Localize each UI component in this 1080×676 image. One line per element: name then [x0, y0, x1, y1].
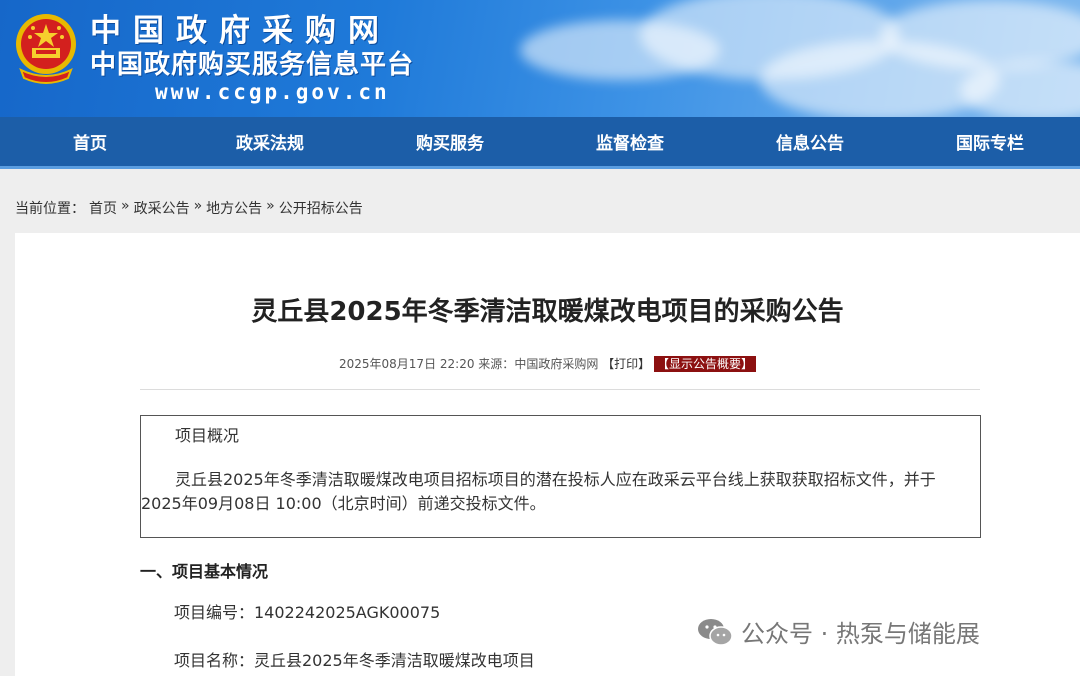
- article-card: 灵丘县2025年冬季清洁取暖煤改电项目的采购公告 2025年08月17日 22:…: [15, 233, 1080, 676]
- national-emblem-icon: [16, 14, 76, 84]
- divider: [140, 389, 980, 390]
- nav-item-purchase-services[interactable]: 购买服务: [360, 117, 540, 166]
- show-summary-button[interactable]: 【显示公告概要】: [654, 356, 757, 372]
- nav-item-supervision[interactable]: 监督检查: [540, 117, 720, 166]
- publish-date: 2025年08月17日 22:20: [338, 357, 475, 371]
- project-number: 项目编号：1402242025AGK00075: [174, 603, 441, 622]
- print-link[interactable]: 【打印】: [602, 357, 650, 371]
- watermark-text: 公众号 · 热泵与储能展: [741, 620, 980, 648]
- breadcrumb-open-tender[interactable]: 公开招标公告: [279, 198, 363, 218]
- article-title: 灵丘县2025年冬季清洁取暖煤改电项目的采购公告: [251, 297, 844, 327]
- article-meta: 2025年08月17日 22:20 来源：中国政府采购网 【打印】 【显示公告概…: [15, 355, 1080, 372]
- breadcrumb: 当前位置： 首页 » 政采公告 » 地方公告 » 公开招标公告: [15, 198, 363, 218]
- overview-text: 灵丘县2025年冬季清洁取暖煤改电项目招标项目的潜在投标人应在政采云平台线上获取…: [141, 470, 936, 513]
- site-url: www.ccgp.gov.cn: [155, 80, 390, 104]
- main-nav: 首页 政采法规 购买服务 监督检查 信息公告 国际专栏: [0, 117, 1080, 169]
- project-overview-box: 项目概况 灵丘县2025年冬季清洁取暖煤改电项目招标项目的潜在投标人应在政采云平…: [140, 415, 981, 538]
- wechat-icon: [698, 618, 733, 646]
- source-label: 来源：: [478, 357, 515, 371]
- breadcrumb-separator: »: [193, 198, 203, 214]
- breadcrumb-home[interactable]: 首页: [89, 198, 117, 218]
- nav-item-international[interactable]: 国际专栏: [900, 117, 1080, 166]
- wechat-watermark: 公众号 · 热泵与储能展: [697, 614, 980, 649]
- nav-item-announcements[interactable]: 信息公告: [720, 117, 900, 166]
- breadcrumb-separator: »: [121, 198, 130, 214]
- nav-item-home[interactable]: 首页: [0, 117, 180, 166]
- breadcrumb-label: 当前位置：: [15, 201, 85, 217]
- overview-heading: 项目概况: [175, 426, 240, 445]
- site-banner: 中国政府采购网 中国政府购买服务信息平台 www.ccgp.gov.cn: [0, 0, 1080, 117]
- breadcrumb-local[interactable]: 地方公告: [206, 198, 262, 218]
- site-name: 中国政府采购网: [90, 13, 391, 49]
- project-name: 项目名称：灵丘县2025年冬季清洁取暖煤改电项目: [174, 651, 535, 670]
- section-heading: 一、项目基本情况: [140, 562, 269, 581]
- breadcrumb-gov-procurement[interactable]: 政采公告: [134, 198, 190, 218]
- nav-item-regulations[interactable]: 政采法规: [180, 117, 360, 166]
- source-name: 中国政府采购网: [514, 357, 599, 371]
- breadcrumb-separator: »: [266, 198, 275, 214]
- site-subtitle: 中国政府购买服务信息平台: [90, 50, 415, 80]
